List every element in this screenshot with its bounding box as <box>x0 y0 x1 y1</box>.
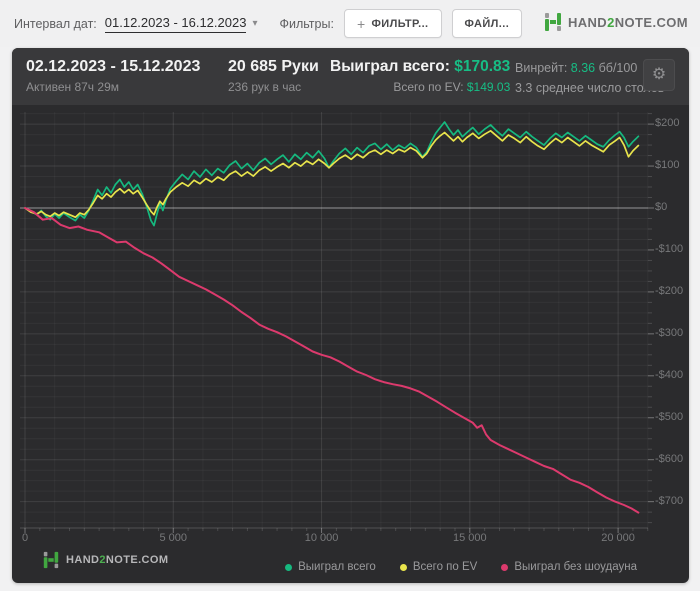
hand2note-logo: HAND2NOTE.COM <box>544 13 688 31</box>
y-axis-label: $100 <box>655 159 680 172</box>
legend-item[interactable]: Выиграл без шоудауна <box>501 561 637 573</box>
legend-item[interactable]: Всего по EV <box>399 561 478 573</box>
top-toolbar: Интервал дат: 01.12.2023 - 16.12.2023 ▾ … <box>0 0 700 47</box>
winrate-label: Винрейт: <box>515 61 568 75</box>
active-time: Активен 87ч 29м <box>26 80 119 94</box>
report-panel: 02.12.2023 - 15.12.2023 Активен 87ч 29м … <box>12 48 689 583</box>
won-total-value: $170.83 <box>454 58 511 75</box>
filter-button[interactable]: + ФИЛЬТР... <box>343 9 442 38</box>
gear-icon: ⚙ <box>651 66 667 83</box>
y-axis-label: -$300 <box>655 326 684 339</box>
winrate-unit: бб/100 <box>598 61 638 75</box>
chart-legend: Выиграл всего Всего по EV Выиграл без шоуд… <box>285 561 637 573</box>
legend-dot-icon <box>501 563 509 571</box>
legend-label: Выиграл всего <box>298 561 376 573</box>
date-range-input[interactable]: 01.12.2023 - 16.12.2023 <box>104 15 247 33</box>
file-button-label: ФАЙЛ... <box>464 17 510 30</box>
y-axis-label: $200 <box>655 117 680 130</box>
chevron-down-icon[interactable]: ▾ <box>252 18 257 29</box>
legend-item[interactable]: Выиграл всего <box>285 561 376 573</box>
filter-button-label: ФИЛЬТР... <box>371 17 429 30</box>
x-axis-label: 20 000 <box>601 532 635 544</box>
hand2note-logo-text: HAND2NOTE.COM <box>567 14 688 30</box>
y-axis-label: -$600 <box>655 452 684 465</box>
ev-total-label: Всего по EV: <box>393 80 464 94</box>
hand2note-logo-text: HAND2NOTE.COM <box>66 554 169 566</box>
x-axis-label: 5 000 <box>159 532 188 544</box>
y-axis-label: -$500 <box>655 410 684 423</box>
legend-dot-icon <box>399 563 407 571</box>
y-axis-label: $0 <box>655 201 668 213</box>
settings-button[interactable]: ⚙ <box>643 59 675 91</box>
chart-watermark-logo: HAND2NOTE.COM <box>42 551 168 569</box>
x-axis-label: 10 000 <box>304 532 339 544</box>
filters-label: Фильтры: <box>279 16 334 31</box>
interval-label: Интервал дат: <box>14 16 97 31</box>
x-axis-label: 15 000 <box>452 532 487 544</box>
legend-label: Выиграл без шоудауна <box>514 561 637 573</box>
hand2note-logo-icon <box>544 13 562 31</box>
legend-dot-icon <box>285 563 293 571</box>
hand2note-logo-icon <box>43 551 59 569</box>
y-axis-label: -$200 <box>655 284 684 297</box>
y-axis-label: -$700 <box>655 494 684 507</box>
hands-count: 20 685 Руки <box>228 58 319 75</box>
x-axis-label: 0 <box>21 532 29 544</box>
file-button[interactable]: ФАЙЛ... <box>451 9 523 38</box>
ev-total-value: $149.03 <box>466 80 511 94</box>
y-axis-label: -$100 <box>655 242 684 255</box>
won-total-label: Выиграл всего: <box>330 58 450 75</box>
report-header: 02.12.2023 - 15.12.2023 Активен 87ч 29м … <box>12 48 689 105</box>
y-axis-label: -$400 <box>655 368 684 381</box>
legend-label: Всего по EV <box>412 561 478 573</box>
hands-per-hour: 236 рук в час <box>228 80 302 94</box>
plus-icon: + <box>356 15 366 32</box>
winrate-value: 8.36 <box>570 61 596 75</box>
report-date-range: 02.12.2023 - 15.12.2023 <box>26 58 201 75</box>
